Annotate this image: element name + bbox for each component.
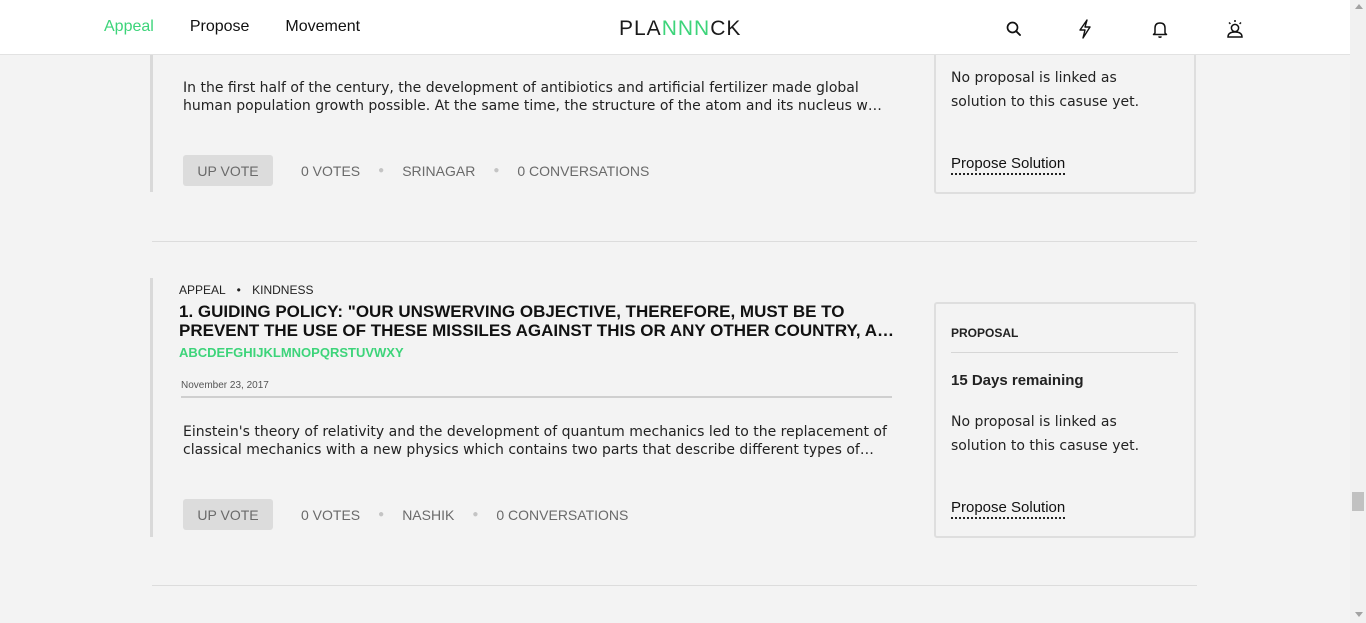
scroll-thumb[interactable] <box>1352 492 1364 511</box>
proposal-note: No proposal is linked as solution to thi… <box>951 414 1140 454</box>
date-underline <box>181 396 892 398</box>
location-label[interactable]: NASHIK <box>402 507 454 523</box>
card-actions: UP VOTE 0 VOTES ● NASHIK ● 0 CONVERSATIO… <box>183 499 628 530</box>
header-icons <box>1000 18 1250 40</box>
nav-movement[interactable]: Movement <box>285 18 360 36</box>
user-icon[interactable] <box>1224 18 1246 40</box>
card-accent-bar <box>150 278 153 537</box>
card-body-text: In the first half of the century, the de… <box>183 80 884 114</box>
separator-dot: ● <box>378 165 385 176</box>
card-title[interactable]: 1. GUIDING POLICY: "OUR UNSWERVING OBJEC… <box>179 302 904 340</box>
card-body-text: Einstein's theory of relativity and the … <box>183 424 887 458</box>
votes-count: 0 VOTES <box>301 506 361 523</box>
scroll-down-icon[interactable] <box>1355 612 1363 617</box>
nav-appeal[interactable]: Appeal <box>104 18 154 36</box>
subcategory-label[interactable]: KINDNESS <box>252 283 313 297</box>
proposal-note: No proposal is linked as solution to thi… <box>951 70 1140 110</box>
card-date: November 23, 2017 <box>181 380 269 391</box>
location-label[interactable]: SRINAGAR <box>402 163 475 179</box>
votes-count: 0 VOTES <box>301 162 361 179</box>
page-scrollbar[interactable] <box>1350 0 1366 623</box>
search-icon[interactable] <box>1003 18 1025 40</box>
brand-suffix: CK <box>710 17 742 40</box>
card-divider <box>152 585 1197 586</box>
propose-solution-link[interactable]: Propose Solution <box>951 155 1066 175</box>
separator-dot: • <box>236 283 241 297</box>
lightning-icon[interactable] <box>1074 18 1096 40</box>
card-tags[interactable]: ABCDEFGHIJKLMNOPQRSTUVWXY <box>179 345 404 360</box>
separator-dot: ● <box>472 509 479 520</box>
card-divider <box>152 241 1197 242</box>
proposal-panel: PROPOSAL 15 Days remaining No proposal i… <box>934 302 1196 538</box>
proposal-divider <box>951 352 1178 353</box>
separator-dot: ● <box>493 165 500 176</box>
card-actions: UP VOTE 0 VOTES ● SRINAGAR ● 0 CONVERSAT… <box>183 155 649 186</box>
brand-accent: NNN <box>661 17 711 40</box>
bell-icon[interactable] <box>1149 18 1171 40</box>
brand-logo[interactable]: PLANNNCK <box>619 17 741 41</box>
top-navbar: Appeal Propose Movement PLANNNCK <box>0 0 1350 55</box>
days-remaining: 15 Days remaining <box>951 372 1084 389</box>
upvote-button[interactable]: UP VOTE <box>183 155 273 186</box>
propose-solution-link[interactable]: Propose Solution <box>951 499 1066 519</box>
card-accent-bar <box>150 54 153 192</box>
conversations-count[interactable]: 0 CONVERSATIONS <box>517 163 649 179</box>
main-nav: Appeal Propose Movement <box>104 18 360 36</box>
card-meta: APPEAL • KINDNESS <box>179 283 314 297</box>
brand-prefix: PLA <box>619 17 662 40</box>
nav-propose[interactable]: Propose <box>190 18 250 36</box>
conversations-count[interactable]: 0 CONVERSATIONS <box>496 507 628 523</box>
proposal-label: PROPOSAL <box>951 326 1019 340</box>
separator-dot: ● <box>378 509 385 520</box>
upvote-button[interactable]: UP VOTE <box>183 499 273 530</box>
scroll-up-icon[interactable] <box>1355 4 1363 9</box>
category-label[interactable]: APPEAL <box>179 283 225 297</box>
